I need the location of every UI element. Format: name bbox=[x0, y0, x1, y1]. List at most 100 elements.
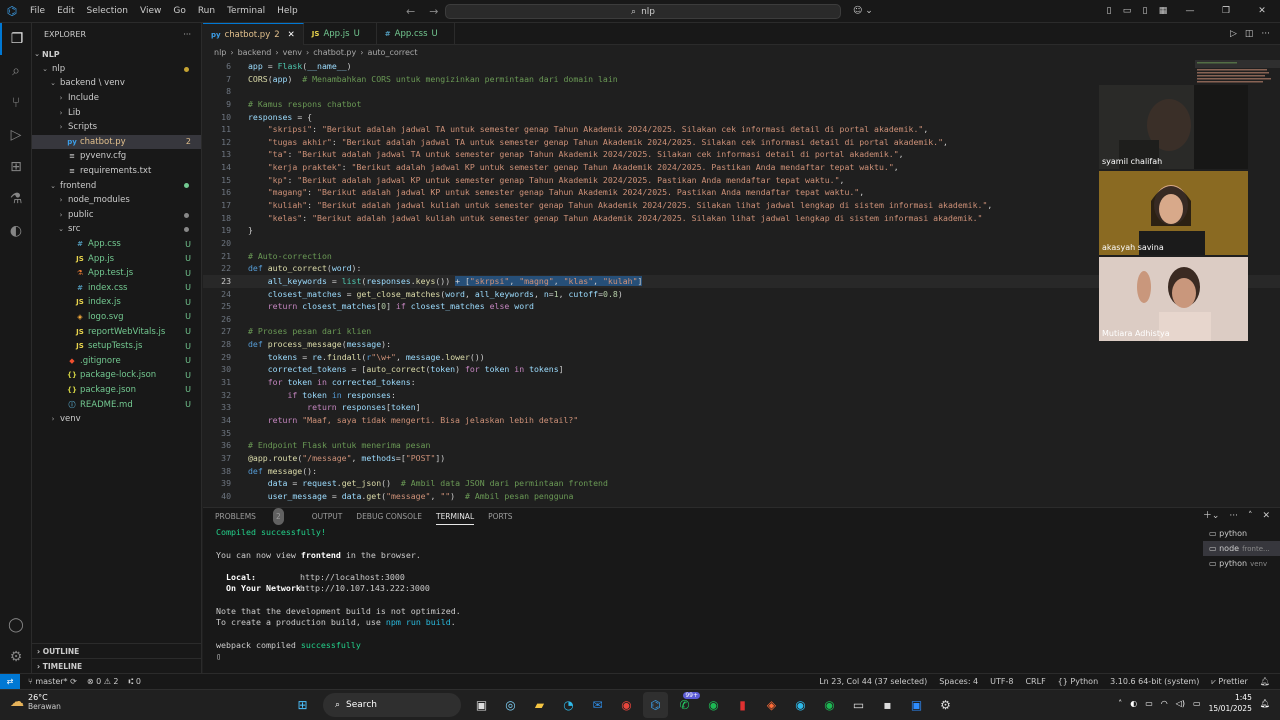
vscode-taskbar-icon[interactable]: ⌬ bbox=[643, 692, 668, 718]
notification-bell-icon[interactable]: 🔔︎ bbox=[1260, 699, 1270, 708]
tree-item[interactable]: ≡ requirements.txt bbox=[32, 164, 201, 179]
copilot-app-icon[interactable]: ◎ bbox=[498, 692, 523, 718]
tree-item[interactable]: py chatbot.py 2 bbox=[32, 134, 201, 150]
task-view-icon[interactable]: ▣ bbox=[469, 692, 494, 718]
source-control-icon[interactable]: ⑂ bbox=[0, 87, 32, 119]
menu-selection[interactable]: Selection bbox=[81, 0, 134, 23]
menu-help[interactable]: Help bbox=[271, 0, 304, 23]
tray-app-icon[interactable]: ◐ bbox=[1130, 699, 1137, 708]
run-icon[interactable]: ▷ bbox=[1230, 23, 1237, 45]
tree-item[interactable]: ⌄ nlp bbox=[32, 62, 201, 77]
terminal-network-url[interactable]: http://10.107.143.222:3000 bbox=[300, 583, 430, 593]
chrome-icon[interactable]: ◉ bbox=[614, 692, 639, 718]
file-explorer-icon[interactable]: ▰ bbox=[527, 692, 552, 718]
panel-more-icon[interactable]: ··· bbox=[1229, 508, 1238, 525]
notifications-icon[interactable]: 🔔︎ bbox=[1260, 674, 1270, 690]
participant-tile[interactable]: syamil chalifah bbox=[1099, 85, 1248, 169]
more-icon[interactable]: ··· bbox=[1261, 23, 1270, 45]
tab-debug-console[interactable]: DEBUG CONSOLE bbox=[356, 508, 422, 525]
indentation[interactable]: Spaces: 4 bbox=[939, 674, 978, 690]
cursor-position[interactable]: Ln 23, Col 44 (37 selected) bbox=[819, 674, 927, 690]
tree-item[interactable]: ⌄ frontend bbox=[32, 178, 201, 193]
search-view-icon[interactable]: ⌕ bbox=[0, 55, 32, 87]
outlook-icon[interactable]: ✉ bbox=[585, 692, 610, 718]
terminal-app-icon[interactable]: ▭ bbox=[846, 692, 871, 718]
breadcrumb-item[interactable]: nlp bbox=[214, 46, 226, 60]
language-mode[interactable]: {} Python bbox=[1058, 674, 1098, 690]
battery-icon[interactable]: ▭ bbox=[1193, 699, 1201, 708]
command-center-search[interactable]: ⌕ nlp bbox=[445, 4, 841, 19]
git-branch[interactable]: ⑂ master* ⟳ bbox=[28, 677, 77, 686]
tree-item[interactable]: › Include bbox=[32, 91, 201, 106]
encoding[interactable]: UTF-8 bbox=[990, 674, 1013, 690]
tree-item[interactable]: ⌄ backend \ venv bbox=[32, 76, 201, 91]
tree-item[interactable]: JS setupTests.js U bbox=[32, 339, 201, 354]
problems-status[interactable]: ⊗ 0 ⚠ 2 bbox=[87, 677, 119, 686]
new-terminal-icon[interactable]: ＋⌄ bbox=[1203, 508, 1220, 525]
tree-item[interactable]: › node_modules bbox=[32, 193, 201, 208]
tree-item[interactable]: › public bbox=[32, 208, 201, 223]
line-ending[interactable]: CRLF bbox=[1025, 674, 1045, 690]
toggle-secondary-sidebar-icon[interactable]: ▯ bbox=[1136, 0, 1154, 23]
breadcrumb-item[interactable]: backend bbox=[238, 46, 272, 60]
python-interpreter[interactable]: 3.10.6 64-bit (system) bbox=[1110, 674, 1199, 690]
terminal-local-url[interactable]: http://localhost:3000 bbox=[300, 572, 405, 582]
tree-item[interactable]: JS reportWebVitals.js U bbox=[32, 324, 201, 339]
cast-icon[interactable]: ▭ bbox=[1145, 699, 1153, 708]
tab-app-js[interactable]: JS App.js U bbox=[304, 23, 377, 45]
back-arrow-icon[interactable]: ← bbox=[406, 0, 415, 23]
menu-go[interactable]: Go bbox=[167, 0, 191, 23]
tree-item[interactable]: ◈ logo.svg U bbox=[32, 310, 201, 325]
participant-tile[interactable]: akasyah savina bbox=[1099, 171, 1248, 255]
tree-item[interactable]: › Scripts bbox=[32, 120, 201, 135]
tree-item[interactable]: ⚗ App.test.js U bbox=[32, 266, 201, 281]
tab-problems[interactable]: PROBLEMS 2 bbox=[215, 508, 298, 525]
testing-icon[interactable]: ⚗ bbox=[0, 183, 32, 215]
account-icon[interactable]: ◯ bbox=[0, 609, 32, 641]
tree-item[interactable]: JS index.js U bbox=[32, 295, 201, 310]
menu-file[interactable]: File bbox=[24, 0, 51, 23]
clock[interactable]: 1:45 15/01/2025 bbox=[1209, 692, 1252, 714]
wifi-icon[interactable]: ◠ bbox=[1161, 699, 1168, 708]
taskbar-search[interactable]: ⌕ Search bbox=[323, 693, 461, 717]
tab-chatbot-py[interactable]: py chatbot.py 2 ✕ bbox=[203, 23, 304, 45]
participant-tile[interactable]: Mutiara Adhistya bbox=[1099, 257, 1248, 341]
tab-output[interactable]: OUTPUT bbox=[312, 508, 343, 525]
tab-ports[interactable]: PORTS bbox=[488, 508, 512, 525]
menu-terminal[interactable]: Terminal bbox=[221, 0, 271, 23]
tree-item[interactable]: › Lib bbox=[32, 105, 201, 120]
tab-app-css[interactable]: # App.css U bbox=[377, 23, 455, 45]
tree-item[interactable]: {} package-lock.json U bbox=[32, 368, 201, 383]
customize-layout-icon[interactable]: ▦ bbox=[1154, 0, 1172, 23]
workspace-root[interactable]: ⌄ NLP bbox=[32, 47, 201, 62]
volume-icon[interactable]: ◁) bbox=[1176, 699, 1185, 708]
extensions-icon[interactable]: ⊞ bbox=[0, 151, 32, 183]
settings-app-icon[interactable]: ⚙ bbox=[933, 692, 958, 718]
tree-item[interactable]: # index.css U bbox=[32, 281, 201, 296]
breadcrumb-item[interactable]: auto_correct bbox=[367, 46, 417, 60]
explorer-icon[interactable]: ❐ bbox=[0, 23, 32, 55]
forward-arrow-icon[interactable]: → bbox=[429, 0, 438, 23]
app-red-icon[interactable]: ▮ bbox=[730, 692, 755, 718]
remote-icon[interactable]: ⇄ bbox=[0, 673, 20, 690]
breadcrumb-item[interactable]: venv bbox=[283, 46, 302, 60]
tray-chevron-icon[interactable]: ˄ bbox=[1118, 699, 1122, 708]
menu-view[interactable]: View bbox=[134, 0, 167, 23]
app-dark-icon[interactable]: ▪ bbox=[875, 692, 900, 718]
python-icon[interactable]: ◐ bbox=[0, 215, 32, 247]
terminal-instance[interactable]: ▭ python bbox=[1203, 526, 1280, 541]
whatsapp-icon[interactable]: ✆ 99+ bbox=[672, 692, 700, 718]
spotify-icon[interactable]: ◉ bbox=[701, 692, 726, 718]
maximize-panel-icon[interactable]: ˄ bbox=[1248, 508, 1253, 525]
run-debug-icon[interactable]: ▷ bbox=[0, 119, 32, 151]
close-window-icon[interactable]: ✕ bbox=[1244, 0, 1280, 23]
breadcrumb-item[interactable]: chatbot.py bbox=[313, 46, 356, 60]
toggle-panel-icon[interactable]: ▭ bbox=[1118, 0, 1136, 23]
zoom-icon[interactable]: ▣ bbox=[904, 692, 929, 718]
edge-icon[interactable]: ◔ bbox=[556, 692, 581, 718]
ports-status[interactable]: ⑆ 0 bbox=[129, 677, 141, 686]
tree-item[interactable]: JS App.js U bbox=[32, 251, 201, 266]
tree-item[interactable]: ◆ .gitignore U bbox=[32, 353, 201, 368]
copilot-icon[interactable]: ☺ ⌄ bbox=[853, 0, 873, 23]
close-tab-icon[interactable]: ✕ bbox=[288, 30, 295, 40]
